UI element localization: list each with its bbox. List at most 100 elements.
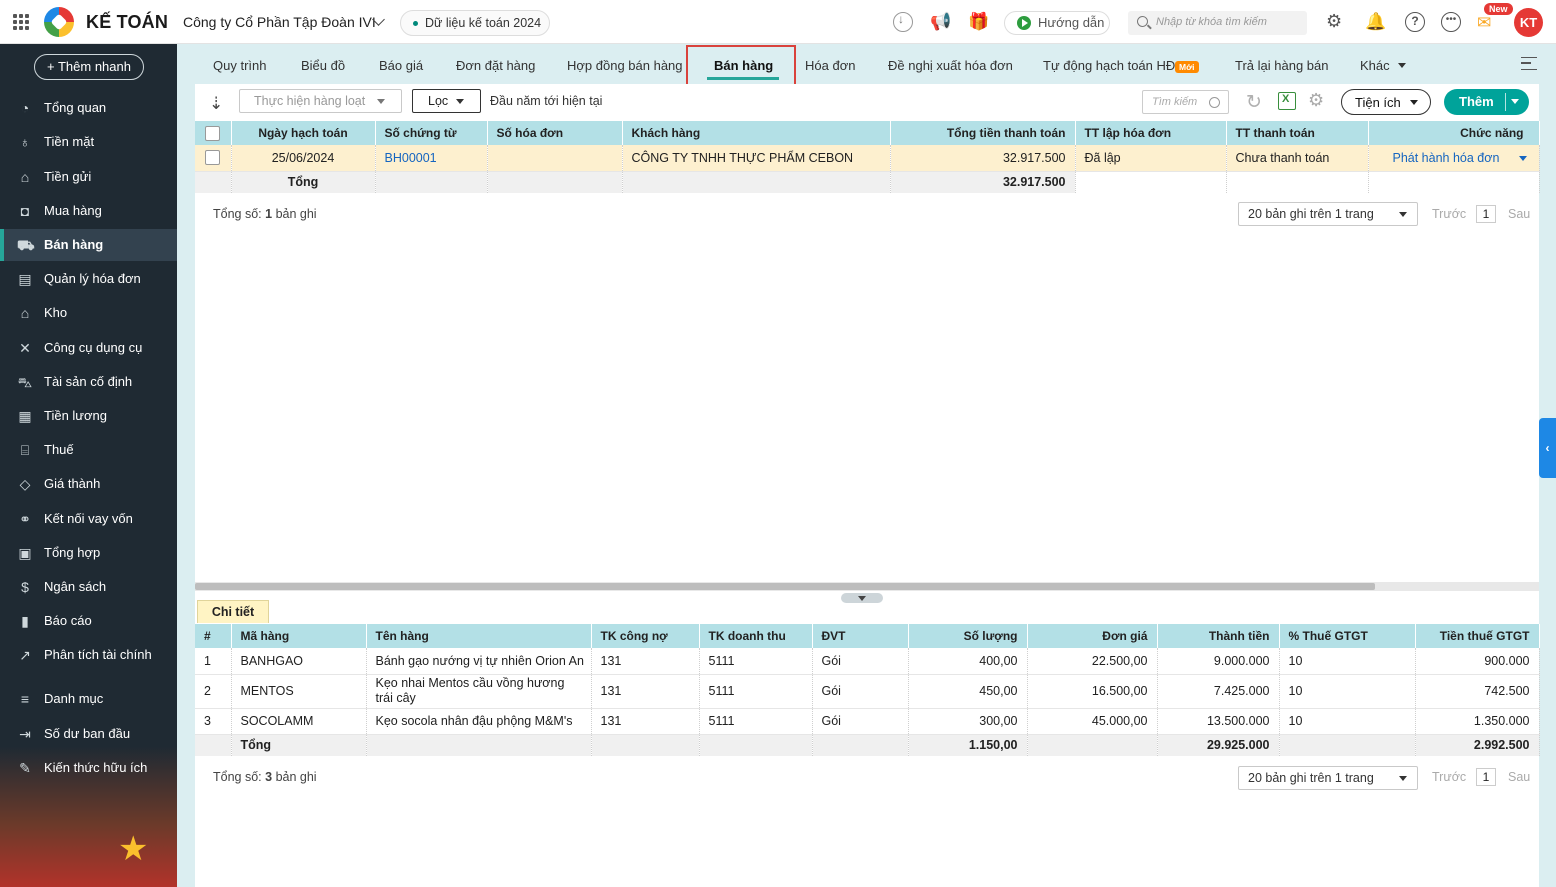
- sidebar-item[interactable]: $ Ngân sách: [0, 571, 177, 603]
- tab-quy-trinh[interactable]: Quy trình: [213, 58, 266, 73]
- column-header[interactable]: Ngày hạch toán: [231, 121, 376, 145]
- gear-icon[interactable]: ⚙: [1326, 11, 1346, 31]
- detail-row[interactable]: 2 MENTOS Kẹo nhai Mentos cầu vồng hương …: [195, 674, 1540, 709]
- pager-current-page[interactable]: 1: [1476, 205, 1496, 223]
- batch-action-select[interactable]: Thực hiện hàng loạt: [239, 89, 402, 113]
- voucher-cell[interactable]: BH00001: [375, 145, 488, 172]
- select-all-checkbox-cell[interactable]: [195, 121, 232, 145]
- avatar[interactable]: KT: [1514, 8, 1543, 37]
- tab-bieu-do[interactable]: Biểu đồ: [301, 58, 345, 73]
- detail-pager-next[interactable]: Sau: [1508, 770, 1530, 784]
- sidebar-item[interactable]: ≡ Danh mục: [0, 683, 177, 715]
- page-size-select[interactable]: 20 bản ghi trên 1 trang: [1238, 202, 1418, 226]
- sidebar-item[interactable]: ▣ Tổng hợp: [0, 537, 177, 569]
- tab-khac[interactable]: Khác: [1360, 58, 1390, 73]
- bell-icon[interactable]: 🔔: [1365, 12, 1386, 32]
- quick-add-button[interactable]: + Thêm nhanh: [34, 54, 144, 80]
- utilities-button[interactable]: Tiện ích: [1341, 89, 1431, 115]
- row-checkbox[interactable]: [205, 150, 221, 166]
- mail-icon[interactable]: ✉: [1477, 13, 1497, 33]
- add-button[interactable]: Thêm: [1444, 89, 1529, 115]
- global-search-input[interactable]: Nhập từ khóa tìm kiếm: [1128, 11, 1307, 35]
- issue-invoice-action[interactable]: Phát hành hóa đơn: [1393, 151, 1500, 165]
- sidebar-item[interactable]: ▮ Báo cáo: [0, 605, 177, 637]
- detail-pager-current-page[interactable]: 1: [1476, 768, 1496, 786]
- sidebar-item[interactable]: ⌂ Kho: [0, 297, 177, 329]
- company-name[interactable]: Công ty Cổ Phần Tập Đoàn IVI: [183, 14, 376, 30]
- column-header[interactable]: ĐVT: [812, 624, 909, 648]
- sidebar-item[interactable]: ⛟ Bán hàng: [0, 229, 177, 261]
- sidebar-item[interactable]: ◔ Tổng quan: [0, 92, 177, 124]
- download-icon[interactable]: [893, 12, 913, 32]
- column-header[interactable]: TT lập hóa đơn: [1075, 121, 1227, 145]
- column-header[interactable]: Đơn giá: [1027, 624, 1158, 648]
- sidebar-item[interactable]: ▤ Quản lý hóa đơn: [0, 263, 177, 295]
- sort-icon[interactable]: ⇣: [209, 94, 223, 114]
- sidebar-item[interactable]: ⚭ Kết nối vay vốn: [0, 503, 177, 535]
- filter-button[interactable]: Lọc: [412, 89, 481, 113]
- chevron-down-icon[interactable]: [1398, 63, 1406, 68]
- sidebar-item[interactable]: ✕ Công cụ dụng cụ: [0, 332, 177, 364]
- horizontal-scrollbar[interactable]: [195, 582, 1539, 591]
- column-header[interactable]: Tiền thuế GTGT: [1415, 624, 1540, 648]
- sidebar-item[interactable]: ⌸ Thuế: [0, 434, 177, 466]
- sidebar-item[interactable]: ✎ Kiến thức hữu ích: [0, 752, 177, 784]
- gift-icon[interactable]: 🎁: [968, 12, 989, 32]
- megaphone-icon[interactable]: 📢: [930, 12, 951, 32]
- gear-icon[interactable]: ⚙: [1308, 90, 1324, 111]
- detail-pager-prev[interactable]: Trước: [1432, 770, 1466, 784]
- detail-page-size-select[interactable]: 20 bản ghi trên 1 trang: [1238, 766, 1418, 790]
- voucher-link[interactable]: BH00001: [385, 151, 437, 165]
- column-header[interactable]: Số chứng từ: [375, 121, 488, 145]
- table-row[interactable]: 25/06/2024 BH00001 CÔNG TY TNHH THỰC PHẨ…: [195, 145, 1540, 172]
- tab-tu-dong-hach-toan[interactable]: Tự động hạch toán HĐ: [1043, 58, 1175, 73]
- side-panel-toggle[interactable]: ‹: [1539, 418, 1556, 478]
- tab-don-dat-hang[interactable]: Đơn đặt hàng: [456, 58, 535, 73]
- guide-button[interactable]: Hướng dẫn: [1004, 11, 1110, 35]
- sidebar-item[interactable]: ⌂ Tiền gửi: [0, 161, 177, 193]
- app-grid-icon[interactable]: [13, 14, 29, 30]
- help-icon[interactable]: ?: [1405, 12, 1425, 32]
- sidebar-item[interactable]: ◘ Mua hàng: [0, 195, 177, 227]
- column-header[interactable]: Khách hàng: [622, 121, 891, 145]
- detail-row[interactable]: 3 SOCOLAMM Kẹo socola nhân đậu phộng M&M…: [195, 708, 1540, 735]
- sidebar-item[interactable]: ⇥ Số dư ban đầu: [0, 718, 177, 750]
- tab-de-nghi-xuat-hoa-don[interactable]: Đề nghị xuất hóa đơn: [888, 58, 1013, 73]
- tab-hop-dong-ban-hang[interactable]: Hợp đồng bán hàng: [567, 58, 683, 73]
- sidebar-item[interactable]: ▦ Tiền lương: [0, 400, 177, 432]
- column-header[interactable]: TK công nợ: [591, 624, 700, 648]
- row-checkbox-cell[interactable]: [195, 145, 232, 172]
- sidebar-item[interactable]: ↗ Phân tích tài chính: [0, 639, 177, 671]
- column-header[interactable]: Chức năng: [1368, 121, 1540, 145]
- excel-export-icon[interactable]: [1278, 92, 1296, 110]
- column-header[interactable]: Tên hàng: [366, 624, 592, 648]
- tab-ban-hang[interactable]: Bán hàng: [714, 58, 773, 73]
- sidebar-item[interactable]: ♁ Tiền mặt: [0, 126, 177, 158]
- sidebar-item[interactable]: ⛍ Tài sản cố định: [0, 366, 177, 398]
- column-header[interactable]: TK doanh thu: [699, 624, 813, 648]
- action-cell[interactable]: Phát hành hóa đơn: [1368, 145, 1540, 172]
- tab-chi-tiet[interactable]: Chi tiết: [197, 600, 269, 623]
- column-header[interactable]: Mã hàng: [231, 624, 367, 648]
- tab-tra-lai-hang-ban[interactable]: Trả lại hàng bán: [1235, 58, 1328, 73]
- more-icon[interactable]: •••: [1441, 12, 1461, 32]
- tab-hoa-don[interactable]: Hóa đơn: [805, 58, 855, 73]
- pager-next[interactable]: Sau: [1508, 207, 1530, 221]
- column-header[interactable]: Tổng tiền thanh toán: [890, 121, 1076, 145]
- table-search-input[interactable]: Tìm kiếm: [1142, 90, 1229, 114]
- chevron-down-icon[interactable]: [1518, 156, 1527, 161]
- column-header[interactable]: Thành tiền: [1157, 624, 1280, 648]
- panel-splitter-handle[interactable]: [841, 593, 883, 603]
- data-year-selector[interactable]: Dữ liệu kế toán 2024: [400, 10, 550, 36]
- refresh-icon[interactable]: ↻: [1246, 91, 1262, 114]
- column-header[interactable]: Số lượng: [908, 624, 1028, 648]
- column-header[interactable]: Số hóa đơn: [487, 121, 623, 145]
- sidebar-item[interactable]: ◇ Giá thành: [0, 468, 177, 500]
- select-all-checkbox[interactable]: [205, 125, 221, 141]
- column-settings-icon[interactable]: [1521, 57, 1537, 70]
- column-header[interactable]: % Thuế GTGT: [1279, 624, 1416, 648]
- tab-bao-gia[interactable]: Báo giá: [379, 58, 423, 73]
- pager-prev[interactable]: Trước: [1432, 207, 1466, 221]
- detail-row[interactable]: 1 BANHGAO Bánh gạo nướng vị tự nhiên Ori…: [195, 648, 1540, 675]
- column-header[interactable]: TT thanh toán: [1226, 121, 1369, 145]
